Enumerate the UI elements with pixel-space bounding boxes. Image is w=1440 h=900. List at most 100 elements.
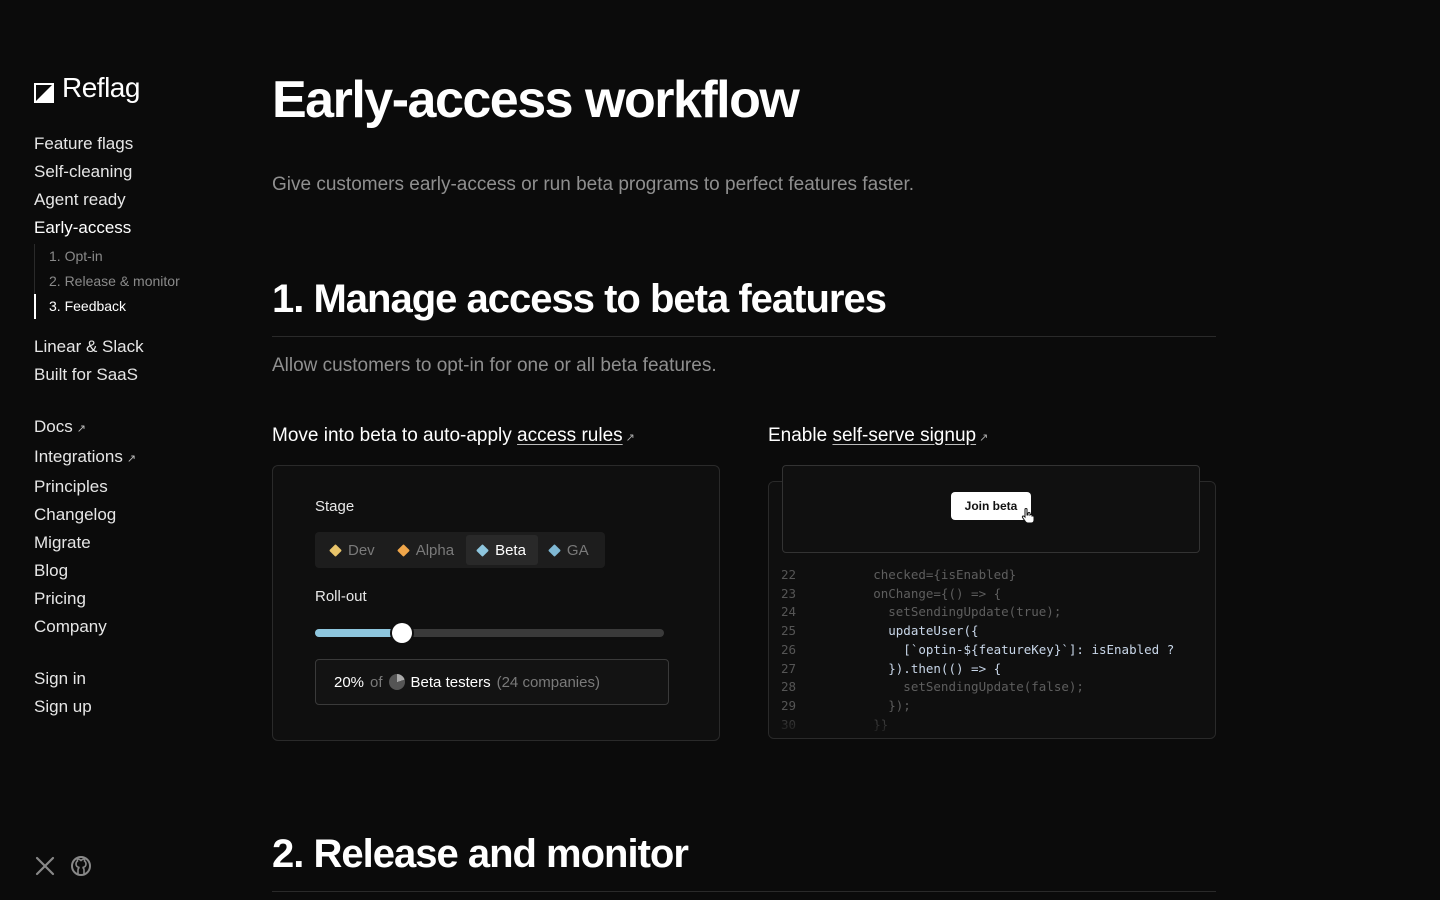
- stage-alpha-label: Alpha: [415, 541, 455, 559]
- early-access-subnav: 1. Opt-in 2. Release & monitor 3. Feedba…: [34, 244, 234, 319]
- code-text: [`optin-${featureKey}`]: isEnabled ?: [813, 641, 1175, 657]
- rollout-slider-handle[interactable]: [392, 623, 413, 643]
- sign-up-link[interactable]: Sign up: [34, 693, 234, 721]
- line-number: 28: [781, 679, 797, 695]
- section-release-monitor: 2. Release and monitor: [272, 829, 1216, 892]
- brand-logo[interactable]: Reflag: [34, 72, 234, 104]
- nav-feature-flags[interactable]: Feature flags: [34, 130, 234, 158]
- segment-name: Beta testers: [410, 673, 491, 691]
- secondary-nav: Linear & Slack Built for SaaS: [34, 333, 234, 389]
- access-rules-link[interactable]: access rules: [517, 425, 623, 446]
- code-line: 26 [`optin-${featureKey}`]: isEnabled ?: [781, 641, 1174, 660]
- rollout-of: of: [370, 673, 383, 691]
- access-rules-heading: Move into beta to auto-apply access rule…: [272, 425, 720, 447]
- code-text: onChange={() => {: [813, 585, 1002, 601]
- stage-diamond-icon: [548, 543, 561, 557]
- code-fade: [769, 708, 1215, 738]
- section-title: 2. Release and monitor: [272, 829, 1216, 892]
- external-link-icon: ↗: [126, 453, 137, 465]
- main-content: Early-access workflow Give customers ear…: [272, 60, 1216, 892]
- stage-rollout-card: Stage Dev Alpha Beta GA Roll-out 20% of …: [272, 465, 720, 741]
- join-beta-button[interactable]: Join beta: [951, 492, 1031, 520]
- nav-built-for-saas[interactable]: Built for SaaS: [34, 361, 234, 389]
- code-line: 25 updateUser({: [781, 622, 1174, 641]
- rollout-label: Roll-out: [315, 588, 367, 605]
- heading-text: Move into beta to auto-apply: [272, 425, 518, 446]
- beta-preview: Join beta: [782, 465, 1200, 553]
- self-serve-column: Enable self-serve signup ↗ 22 checked={is…: [768, 425, 1216, 741]
- external-link-icon: ↗: [979, 432, 989, 444]
- pointer-cursor-icon: [1021, 508, 1035, 524]
- stage-selector: Dev Alpha Beta GA: [315, 532, 605, 568]
- nav-pricing[interactable]: Pricing: [34, 585, 234, 613]
- self-serve-signup-link[interactable]: self-serve signup: [832, 425, 976, 446]
- stage-beta[interactable]: Beta: [466, 535, 538, 565]
- nav-self-cleaning[interactable]: Self-cleaning: [34, 158, 234, 186]
- section-subtitle: Allow customers to opt-in for one or all…: [272, 355, 717, 376]
- stage-diamond-icon: [329, 543, 342, 557]
- auth-nav: Sign in Sign up: [34, 665, 234, 721]
- code-line: 24 setSendingUpdate(true);: [781, 603, 1174, 622]
- feature-cards: Move into beta to auto-apply access rule…: [272, 425, 1216, 741]
- stage-diamond-icon: [396, 543, 410, 557]
- nav-early-access[interactable]: Early-access: [34, 214, 234, 242]
- code-text: }).then(() => {: [813, 660, 1002, 676]
- nav-agent-ready[interactable]: Agent ready: [34, 186, 234, 214]
- reflag-logo-icon: [34, 78, 54, 103]
- stage-ga-label: GA: [566, 541, 589, 559]
- stage-alpha[interactable]: Alpha: [387, 535, 466, 565]
- segment-companies: (24 companies): [496, 673, 600, 691]
- stage-ga[interactable]: GA: [538, 535, 601, 565]
- stage-diamond-icon: [476, 543, 489, 557]
- line-number: 23: [781, 585, 797, 601]
- nav-company[interactable]: Company: [34, 613, 234, 641]
- rollout-slider[interactable]: [315, 623, 664, 643]
- nav-blog[interactable]: Blog: [34, 557, 234, 585]
- stage-label: Stage: [315, 498, 355, 515]
- section-title: 1. Manage access to beta features: [272, 274, 1216, 337]
- line-number: 27: [781, 660, 797, 676]
- nav-linear-slack[interactable]: Linear & Slack: [34, 333, 234, 361]
- stage-beta-label: Beta: [495, 541, 526, 559]
- primary-nav: Feature flags Self-cleaning Agent ready …: [34, 130, 234, 242]
- line-number: 26: [781, 641, 797, 657]
- subnav-release-monitor[interactable]: 2. Release & monitor: [34, 269, 234, 294]
- nav-integrations-label: Integrations: [34, 447, 123, 466]
- github-icon[interactable]: [70, 855, 92, 877]
- subnav-feedback[interactable]: 3. Feedback: [34, 294, 234, 319]
- x-icon[interactable]: [34, 855, 56, 877]
- line-number: 24: [781, 604, 797, 620]
- segment-icon: [388, 674, 405, 690]
- code-line: 28 setSendingUpdate(false);: [781, 678, 1174, 697]
- page-title: Early-access workflow: [272, 71, 800, 129]
- nav-docs-label: Docs: [34, 417, 73, 436]
- line-number: 25: [781, 623, 797, 639]
- page-subtitle: Give customers early-access or run beta …: [272, 174, 915, 195]
- resources-nav: Docs ↗ Integrations ↗ Principles Changelog…: [34, 413, 234, 641]
- code-line: 23 onChange={() => {: [781, 585, 1174, 604]
- self-serve-heading: Enable self-serve signup ↗: [768, 425, 1216, 447]
- nav-principles[interactable]: Principles: [34, 473, 234, 501]
- access-rules-column: Move into beta to auto-apply access rule…: [272, 425, 720, 741]
- brand-name: Reflag: [62, 72, 140, 103]
- code-line: 27 }).then(() => {: [781, 660, 1174, 679]
- external-link-icon: ↗: [625, 432, 635, 444]
- social-links: [34, 855, 92, 877]
- code-text: setSendingUpdate(true);: [813, 604, 1062, 620]
- code-text: updateUser({: [813, 623, 979, 639]
- subnav-opt-in[interactable]: 1. Opt-in: [34, 244, 234, 269]
- section-manage-access: 1. Manage access to beta features Allow …: [272, 274, 1216, 741]
- nav-changelog[interactable]: Changelog: [34, 501, 234, 529]
- heading-text: Enable: [768, 425, 833, 446]
- code-text: setSendingUpdate(false);: [813, 679, 1084, 695]
- self-serve-card: 22 checked={isEnabled} 23 onChange={() =>…: [768, 465, 1216, 739]
- nav-docs[interactable]: Docs ↗: [34, 413, 234, 443]
- rollout-tooltip: 20% of Beta testers (24 companies): [315, 659, 669, 705]
- sidebar: Reflag Feature flags Self-cleaning Agent…: [34, 72, 234, 721]
- stage-dev-label: Dev: [348, 541, 375, 559]
- sign-in-link[interactable]: Sign in: [34, 665, 234, 693]
- stage-dev[interactable]: Dev: [319, 535, 387, 565]
- nav-migrate[interactable]: Migrate: [34, 529, 234, 557]
- external-link-icon: ↗: [76, 423, 86, 435]
- nav-integrations[interactable]: Integrations ↗: [34, 443, 234, 473]
